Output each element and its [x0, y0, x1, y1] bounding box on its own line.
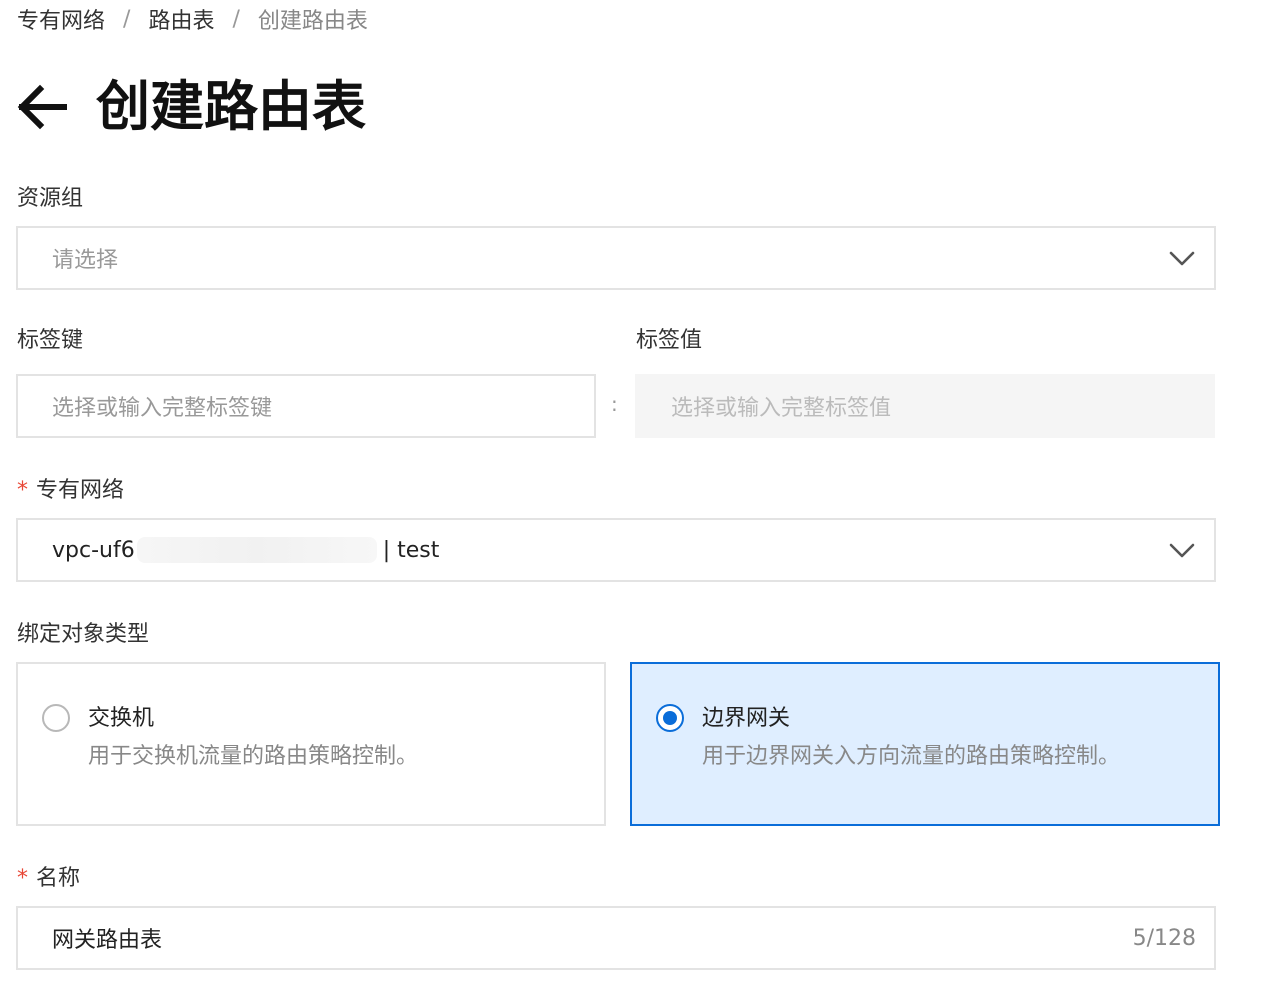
option-title: 边界网关: [702, 706, 791, 731]
tag-key-input[interactable]: 选择或输入完整标签键: [16, 374, 596, 438]
breadcrumb: 专有网络 / 路由表 / 创建路由表: [17, 3, 368, 35]
option-description: 用于交换机流量的路由策略控制。: [88, 744, 419, 769]
resource-group-label: 资源组: [17, 186, 84, 211]
breadcrumb-item-vpc[interactable]: 专有网络: [17, 3, 105, 35]
bind-type-label: 绑定对象类型: [17, 622, 150, 647]
tag-value-placeholder: 选择或输入完整标签值: [671, 396, 892, 421]
vpc-id-text: vpc-uf6: [52, 537, 135, 563]
breadcrumb-separator: /: [232, 6, 240, 32]
option-description: 用于边界网关入方向流量的路由策略控制。: [702, 744, 1121, 769]
arrow-left-icon[interactable]: [14, 82, 70, 132]
tag-value-input: 选择或输入完整标签值: [635, 374, 1215, 438]
name-input[interactable]: 网关路由表 5/128: [16, 906, 1216, 970]
vpc-select[interactable]: vpc-uf6 | test: [16, 518, 1216, 582]
tag-separator: :: [611, 392, 618, 416]
chevron-down-icon: [1169, 251, 1195, 266]
vpc-label: * 专有网络: [17, 476, 124, 506]
vpc-label-text: 专有网络: [36, 478, 125, 503]
bind-type-option-vswitch[interactable]: 交换机 用于交换机流量的路由策略控制。: [16, 662, 606, 826]
required-mark: *: [17, 478, 28, 503]
option-title: 交换机: [88, 706, 155, 731]
name-label: * 名称: [17, 864, 80, 894]
vpc-name-text: | test: [382, 537, 440, 563]
tag-value-label: 标签值: [636, 328, 703, 353]
chevron-down-icon: [1169, 543, 1195, 558]
breadcrumb-item-current: 创建路由表: [257, 9, 368, 34]
name-label-text: 名称: [36, 866, 81, 891]
tag-key-label: 标签键: [17, 328, 84, 353]
tag-key-placeholder: 选择或输入完整标签键: [52, 396, 273, 421]
resource-group-select[interactable]: 请选择: [16, 226, 1216, 290]
redaction-mask: [136, 537, 377, 563]
radio-button[interactable]: [42, 704, 70, 732]
bind-type-option-gateway[interactable]: 边界网关 用于边界网关入方向流量的路由策略控制。: [630, 662, 1220, 826]
vpc-value: vpc-uf6 | test: [52, 520, 439, 580]
name-value: 网关路由表: [52, 928, 163, 953]
required-mark: *: [17, 866, 28, 891]
resource-group-placeholder: 请选择: [52, 248, 119, 273]
character-counter: 5/128: [1132, 925, 1196, 951]
radio-button-checked[interactable]: [656, 704, 684, 732]
breadcrumb-separator: /: [123, 6, 131, 32]
breadcrumb-item-route-table[interactable]: 路由表: [148, 3, 214, 35]
page-title: 创建路由表: [96, 75, 366, 138]
